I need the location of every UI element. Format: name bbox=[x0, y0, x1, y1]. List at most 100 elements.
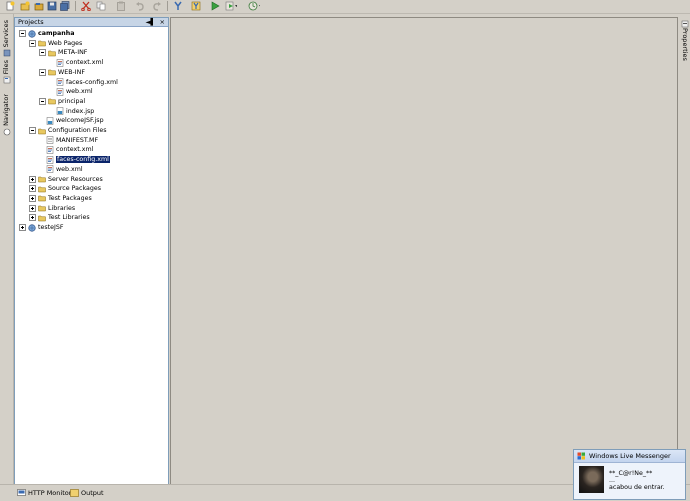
folder-icon bbox=[38, 176, 46, 183]
save-icon[interactable] bbox=[46, 0, 58, 11]
tree-node-label: Configuration Files bbox=[48, 127, 107, 134]
tree-node-label: META-INF bbox=[58, 49, 88, 57]
tree-node-label: faces-config.xml bbox=[56, 156, 110, 164]
jsp-file-icon bbox=[56, 107, 64, 115]
tab-navigator-label: Navigator bbox=[2, 94, 10, 126]
run-icon[interactable] bbox=[209, 0, 221, 11]
tree-node[interactable]: Configuration Files bbox=[29, 126, 107, 135]
collapse-toggle-icon[interactable] bbox=[39, 68, 46, 76]
xml-file-icon bbox=[56, 58, 64, 67]
output-icon bbox=[70, 489, 79, 497]
new-project-icon[interactable] bbox=[19, 0, 31, 11]
xml-file-icon bbox=[46, 165, 54, 174]
open-project-icon[interactable] bbox=[33, 0, 45, 11]
tree-node-label: Web Pages bbox=[48, 39, 83, 47]
tree-node-label: Test Libraries bbox=[48, 214, 90, 222]
tree-node[interactable]: Source Packages bbox=[29, 184, 101, 193]
tree-node-label: principal bbox=[58, 97, 86, 105]
tree-node[interactable]: WEB-INF bbox=[39, 68, 85, 77]
jsp-file-icon bbox=[46, 117, 54, 125]
collapse-toggle-icon[interactable] bbox=[29, 39, 36, 47]
xml-file-icon bbox=[56, 87, 64, 96]
tree-node-label: MANIFEST.MF bbox=[56, 136, 99, 144]
redo-icon[interactable] bbox=[151, 0, 163, 11]
tree-node-label: context.xml bbox=[56, 146, 94, 154]
tab-http-monitor[interactable]: HTTP Monitor bbox=[17, 488, 71, 498]
windows-logo-icon bbox=[577, 452, 585, 460]
folder-icon bbox=[48, 70, 56, 76]
tree-node[interactable]: welcomeJSF.jsp bbox=[39, 116, 104, 125]
tree-node-label: testeJSF bbox=[38, 224, 64, 231]
tree-node[interactable]: testeJSF bbox=[19, 223, 63, 232]
collapse-toggle-icon[interactable] bbox=[19, 30, 26, 37]
messenger-notification[interactable]: Windows Live Messenger **_C@r!Ne_** ... … bbox=[573, 449, 686, 500]
cut-icon[interactable] bbox=[80, 0, 92, 11]
tree-node[interactable]: MANIFEST.MF bbox=[39, 136, 98, 145]
tree-node-label: Libraries bbox=[48, 204, 76, 212]
expand-toggle-icon[interactable] bbox=[29, 204, 36, 212]
tree-node[interactable]: Web Pages bbox=[29, 39, 82, 48]
clean-build-icon[interactable] bbox=[190, 0, 202, 11]
xml-file-icon bbox=[46, 155, 54, 164]
collapse-toggle-icon[interactable] bbox=[39, 97, 46, 105]
tree-node[interactable]: index.jsp bbox=[49, 107, 94, 116]
paste-icon[interactable] bbox=[115, 0, 127, 11]
tree-node-label: web.xml bbox=[56, 165, 83, 173]
tree-node[interactable]: Test Libraries bbox=[29, 213, 90, 222]
properties-icon bbox=[681, 20, 688, 28]
folder-icon bbox=[38, 205, 46, 212]
copy-icon[interactable] bbox=[95, 0, 107, 11]
tab-files[interactable]: Files bbox=[0, 60, 13, 84]
undo-icon[interactable] bbox=[134, 0, 146, 11]
new-file-icon[interactable] bbox=[4, 0, 16, 11]
tree-node[interactable]: faces-config.xml bbox=[49, 78, 118, 87]
tree-node[interactable]: Test Packages bbox=[29, 194, 92, 203]
messenger-title-bar: Windows Live Messenger bbox=[574, 450, 685, 463]
tree-node[interactable]: context.xml bbox=[39, 145, 93, 154]
tree-node[interactable]: context.xml bbox=[49, 58, 103, 67]
tree-node[interactable]: Libraries bbox=[29, 204, 75, 213]
tree-node[interactable]: faces-config.xml bbox=[39, 155, 110, 164]
minimize-panel-icon[interactable]: ◄▌ bbox=[145, 18, 155, 26]
manifest-file-icon bbox=[46, 136, 54, 144]
tab-services[interactable]: Services bbox=[0, 20, 13, 57]
collapse-toggle-icon[interactable] bbox=[29, 127, 36, 134]
main-toolbar bbox=[0, 0, 690, 14]
collapse-toggle-icon[interactable] bbox=[39, 49, 46, 57]
expand-toggle-icon[interactable] bbox=[29, 194, 36, 202]
tree-node[interactable]: web.xml bbox=[39, 165, 83, 174]
folder-icon bbox=[38, 40, 46, 47]
tree-node[interactable]: web.xml bbox=[49, 87, 93, 96]
tab-properties[interactable]: Properties bbox=[678, 18, 690, 61]
tree-node[interactable]: campanha bbox=[19, 29, 75, 38]
web-project-icon bbox=[28, 29, 36, 38]
folder-icon bbox=[38, 196, 46, 202]
projects-panel: Projects ◄▌ × campanha Web Pages META-INF c… bbox=[14, 17, 169, 485]
expand-toggle-icon[interactable] bbox=[29, 214, 36, 222]
tree-node[interactable]: principal bbox=[39, 97, 85, 106]
expand-toggle-icon[interactable] bbox=[29, 175, 36, 183]
tree-node[interactable]: Server Resources bbox=[29, 175, 103, 184]
profile-icon[interactable] bbox=[248, 0, 260, 11]
expand-toggle-icon[interactable] bbox=[29, 185, 36, 193]
close-panel-icon[interactable]: × bbox=[160, 18, 165, 26]
tree-node[interactable]: META-INF bbox=[39, 48, 87, 57]
tree-node-label: Source Packages bbox=[48, 185, 102, 193]
debug-icon[interactable] bbox=[225, 0, 237, 11]
expand-toggle-icon[interactable] bbox=[19, 224, 26, 231]
message-text: acabou de entrar. bbox=[609, 484, 665, 491]
tab-navigator[interactable]: Navigator bbox=[0, 94, 13, 136]
tab-files-label: Files bbox=[2, 60, 10, 75]
tab-output[interactable]: Output bbox=[70, 488, 104, 498]
left-side-tab-strip: Services Files Navigator bbox=[0, 14, 14, 484]
tree-node-label: Server Resources bbox=[48, 175, 103, 183]
projects-panel-header[interactable]: Projects ◄▌ × bbox=[15, 18, 168, 27]
save-all-icon[interactable] bbox=[59, 0, 71, 11]
messenger-title: Windows Live Messenger bbox=[589, 452, 671, 460]
editor-area[interactable] bbox=[170, 17, 678, 485]
navigator-icon bbox=[3, 128, 10, 136]
tree-node-label: context.xml bbox=[66, 59, 104, 67]
build-icon[interactable] bbox=[172, 0, 184, 11]
tab-output-label: Output bbox=[81, 489, 104, 497]
monitor-icon bbox=[17, 489, 26, 496]
